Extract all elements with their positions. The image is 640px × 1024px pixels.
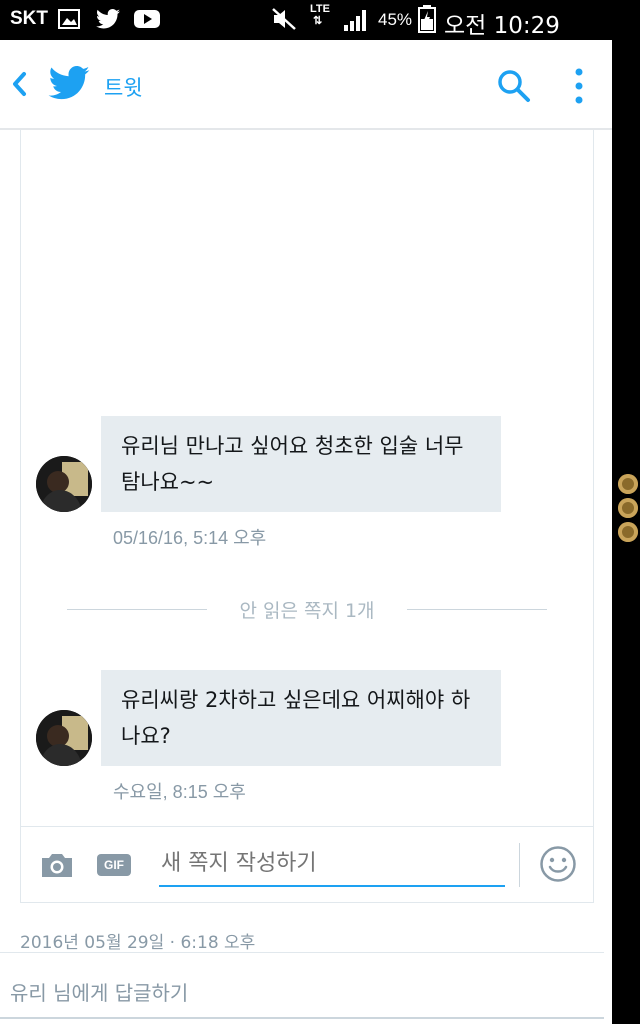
reply-placeholder: 유리 님에게 답글하기 [10, 981, 189, 1005]
dm-screen: 트윗 유리님 만나고 싶어요 청초한 입술 너무 탐나요~~ 05/16/16,… [0, 40, 612, 1024]
status-bar: SKT LTE ⇅ 45% 오전 10:29 [0, 0, 640, 40]
message-bubble: 유리님 만나고 싶어요 청초한 입술 너무 탐나요~~ [101, 416, 501, 512]
camera-icon[interactable] [39, 851, 75, 883]
message-timestamp: 05/16/16, 5:14 오후 [113, 528, 267, 548]
signal-icon [342, 8, 370, 37]
battery-percent: 45% [378, 10, 413, 29]
message-input[interactable] [159, 841, 505, 887]
dm-conversation: 유리님 만나고 싶어요 청초한 입술 너무 탐나요~~ 05/16/16, 5:… [20, 130, 594, 903]
side-indicator-dot [618, 498, 638, 518]
emoji-icon[interactable] [539, 845, 577, 887]
message-bubble: 유리씨랑 2차하고 싶은데요 어찌해야 하나요? [101, 670, 501, 766]
clock: 오전 10:29 [444, 13, 560, 39]
avatar[interactable] [36, 456, 92, 512]
mute-icon [272, 8, 296, 35]
message-timestamp: 수요일, 8:15 오후 [113, 782, 246, 802]
reply-box[interactable]: 유리 님에게 답글하기 [0, 952, 604, 1019]
battery-icon [418, 5, 436, 38]
gallery-icon [58, 9, 80, 34]
youtube-icon [134, 9, 160, 34]
twitter-icon [96, 9, 120, 34]
search-icon[interactable] [496, 68, 532, 108]
gif-button[interactable]: GIF [97, 854, 131, 876]
carrier-label: SKT [10, 8, 48, 29]
message-composer: GIF [21, 826, 593, 903]
unread-divider: 안 읽은 쪽지 1개 [67, 594, 547, 624]
side-indicator-dot [618, 522, 638, 542]
avatar[interactable] [36, 710, 92, 766]
composer-divider [519, 843, 520, 887]
side-indicator-dot [618, 474, 638, 494]
network-label: LTE ⇅ [310, 3, 330, 27]
divider-line [407, 609, 547, 610]
page-title: 트윗 [104, 76, 143, 100]
app-header: 트윗 [0, 40, 612, 130]
more-options-icon[interactable] [574, 68, 584, 108]
twitter-logo-icon [48, 66, 90, 104]
tweet-timestamp: 2016년 05월 29일 · 6:18 오후 [20, 933, 256, 953]
back-icon[interactable] [10, 70, 28, 102]
